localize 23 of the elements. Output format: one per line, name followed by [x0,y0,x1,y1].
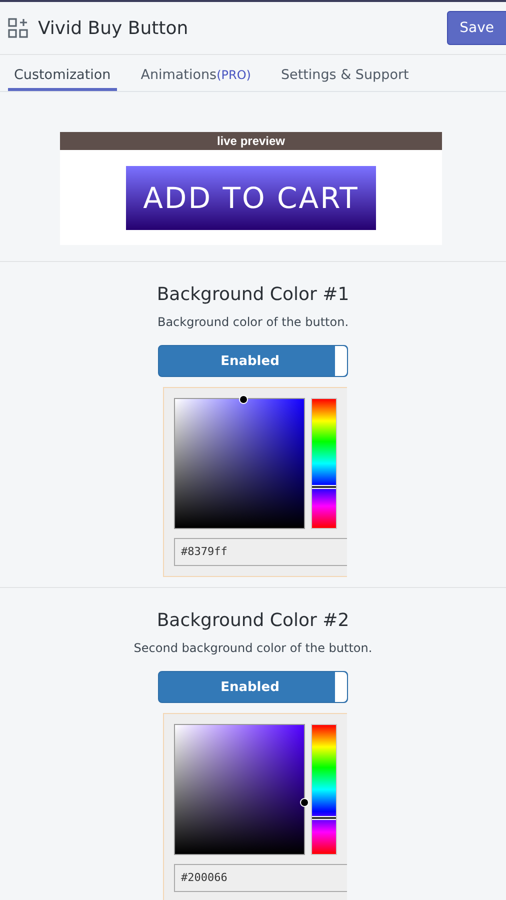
enabled-toggle[interactable]: Enabled [158,671,348,703]
save-button[interactable]: Save [446,11,506,45]
hue-handle[interactable] [312,816,336,820]
picker-handle[interactable] [300,798,309,808]
hex-input-field[interactable]: #8379ff [174,538,347,566]
section-title: Background Color #1 [156,284,350,305]
hue-slider[interactable] [311,724,337,855]
section-description: Background color of the button. [157,315,349,329]
tab[interactable]: Animations(PRO) [134,55,257,91]
section-title: Background Color #2 [156,610,350,631]
hex-input-field[interactable]: #200066 [174,864,347,892]
enabled-toggle[interactable]: Enabled [158,345,348,377]
section-description: Second background color of the button. [134,641,372,655]
app-title: Vivid Buy Button [38,18,190,38]
tab[interactable]: Settings & Support [274,55,415,91]
add-to-cart-button[interactable]: ADD TO CART [126,166,376,230]
preview-heading: live preview [60,132,442,150]
tab[interactable]: Customization [8,55,117,91]
apps-add-icon [8,18,28,38]
saturation-field[interactable] [174,398,305,529]
picker-handle[interactable] [238,395,248,404]
hue-slider[interactable] [311,398,337,529]
hue-handle[interactable] [312,484,336,489]
